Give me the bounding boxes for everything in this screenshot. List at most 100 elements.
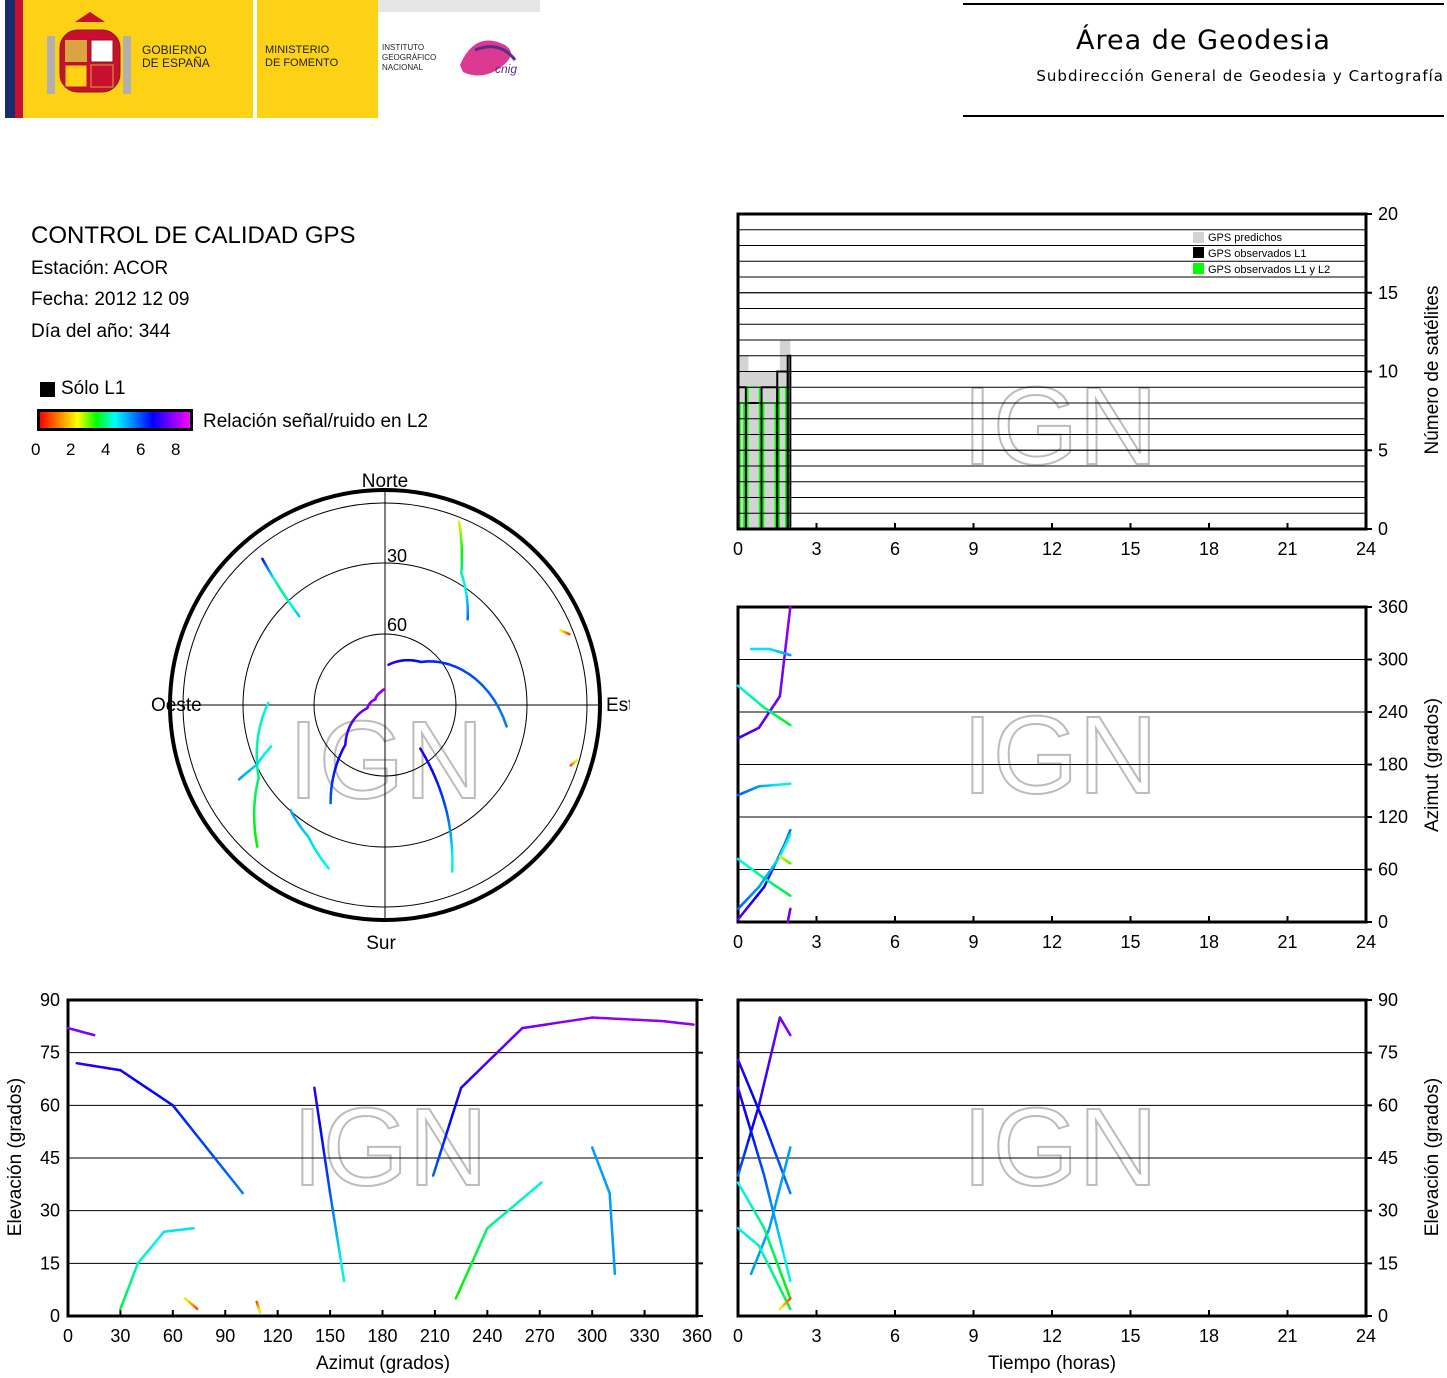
aztime-xtick-label: 21 <box>1277 932 1297 952</box>
elevaz-series-7 <box>535 1181 543 1188</box>
elevaz-ytick-label: 90 <box>40 990 60 1010</box>
elevtime-series-5 <box>786 1302 792 1311</box>
skyplot-chart: IGN Norte Sur Este Oeste 30 60 <box>151 471 630 954</box>
elevtime-watermark: IGN <box>962 1086 1158 1209</box>
elevaz-series-1 <box>194 1133 204 1144</box>
aztime-series-1 <box>786 722 792 727</box>
aztime-xtick-label: 12 <box>1042 932 1062 952</box>
satcount-ytick-label: 0 <box>1378 519 1388 539</box>
aztime-xtick-label: 0 <box>733 932 743 952</box>
satcount-ytick-label: 20 <box>1378 204 1398 224</box>
satcount-ytick-label: 10 <box>1378 362 1398 382</box>
azimuth-time-chart: IGN 0601201802403003600 3 6 9 12 15 18 21 24 Azi… <box>733 597 1443 952</box>
elevaz-ytick-label: 75 <box>40 1043 60 1063</box>
aztime-ytick-label: 240 <box>1378 702 1408 722</box>
elevaz-series-1 <box>189 1126 198 1136</box>
elevtime-xtick-label: 12 <box>1042 1326 1062 1346</box>
satcount-watermark: IGN <box>962 365 1158 488</box>
aztime-ytick-label: 60 <box>1378 860 1398 880</box>
elevtime-xtick-label: 0 <box>733 1326 743 1346</box>
elevaz-xtick-label: 240 <box>472 1326 502 1346</box>
elevaz-watermark: IGN <box>292 1086 488 1209</box>
elevtime-ytick-label: 75 <box>1378 1043 1398 1063</box>
elevaz-series-1 <box>218 1162 227 1173</box>
elevaz-series-2 <box>314 1095 319 1107</box>
aztime-xtick-label: 6 <box>890 932 900 952</box>
ign-line-2: GEOGRÁFICO <box>382 53 437 62</box>
elevtime-xtick-label: 3 <box>811 1326 821 1346</box>
elevtime-xlabel: Tiempo (horas) <box>988 1353 1116 1374</box>
date-line: Fecha: 2012 12 09 <box>31 289 190 310</box>
elev-30-label: 30 <box>387 546 407 566</box>
elevaz-series-1 <box>229 1177 239 1188</box>
gov-label: GOBIERNO DE ESPAÑA <box>142 44 210 70</box>
ministry-line-2: DE FOMENTO <box>265 57 339 69</box>
area-header-top-rule <box>963 3 1444 5</box>
satcount-xtick-label: 21 <box>1277 539 1297 559</box>
station-line: Estación: ACOR <box>31 258 169 279</box>
elevtime-series-2 <box>773 1218 779 1230</box>
satcount-xtick-label: 6 <box>890 539 900 559</box>
elevtime-series-2 <box>762 1174 768 1186</box>
legend-observed-l1-swatch <box>1193 247 1204 258</box>
aztime-series-7 <box>788 861 792 865</box>
area-title: Área de Geodesia <box>1076 25 1331 56</box>
elevtime-xtick-label: 24 <box>1356 1326 1376 1346</box>
elevaz-series-2 <box>315 1104 320 1116</box>
elevaz-series-2 <box>317 1112 321 1125</box>
legend-predicted-swatch <box>1193 232 1204 243</box>
elevtime-ytick-label: 60 <box>1378 1095 1398 1115</box>
elevaz-xtick-label: 0 <box>63 1326 73 1346</box>
aztime-series-2 <box>787 653 792 657</box>
elevtime-series-2 <box>778 1235 783 1248</box>
elevaz-xtick-label: 180 <box>367 1326 397 1346</box>
elevaz-series-2 <box>341 1272 346 1283</box>
skyplot-track-7 <box>264 701 270 709</box>
satcount-xtick-label: 9 <box>968 539 978 559</box>
elevtime-series-2 <box>765 1183 770 1195</box>
skyplot-track-4 <box>492 698 501 710</box>
skyplot-track-4 <box>497 706 505 719</box>
north-label: Norte <box>362 471 408 492</box>
skyplot-track-4 <box>474 678 484 687</box>
elevaz-ytick-label: 30 <box>40 1201 60 1221</box>
l1-only-label: Sólo L1 <box>61 378 126 399</box>
satcount-xtick-label: 24 <box>1356 539 1376 559</box>
elevtime-series-0 <box>788 1032 792 1037</box>
aztime-xtick-label: 24 <box>1356 932 1376 952</box>
elevtime-series-6 <box>788 1297 792 1301</box>
aztime-series-0 <box>788 605 792 616</box>
elevation-time-chart: IGN 0 15 30 45 60 75 90 0 3 6 9 12 15 18 21 24 Tiempo (… <box>733 990 1443 1374</box>
elevtime-ytick-label: 30 <box>1378 1201 1398 1221</box>
elevaz-series-0 <box>90 1033 96 1037</box>
aztime-ytick-label: 180 <box>1378 755 1408 775</box>
aztime-xtick-label: 18 <box>1199 932 1219 952</box>
snr-tick-6: 6 <box>136 440 146 459</box>
elevtime-series-2 <box>776 1226 781 1239</box>
ministry-line-1: MINISTERIO <box>265 44 330 56</box>
l1-only-swatch <box>40 382 55 397</box>
elevaz-series-1 <box>177 1111 186 1122</box>
elevtime-series-2 <box>769 1200 775 1212</box>
snr-tick-0: 0 <box>31 440 41 459</box>
elevaz-ytick-label: 45 <box>40 1148 60 1168</box>
aztime-ytick-label: 360 <box>1378 597 1408 617</box>
area-header: Área de Geodesia Subdirección General de… <box>963 3 1444 118</box>
elevaz-series-1 <box>235 1184 244 1195</box>
elevaz-xtick-label: 300 <box>577 1326 607 1346</box>
elev-60-label: 60 <box>387 615 407 635</box>
legend-predicted-label: GPS predichos <box>1208 232 1282 244</box>
legend-observed-l1l2-label: GPS observados L1 y L2 <box>1208 264 1330 276</box>
elevaz-xlabel: Azimut (grados) <box>316 1353 450 1374</box>
elevtime-ytick-label: 0 <box>1378 1306 1388 1326</box>
skyplot-track-0 <box>296 613 301 618</box>
aztime-ylabel: Azimut (grados) <box>1422 698 1443 832</box>
elevaz-series-2 <box>326 1174 331 1186</box>
elevtime-series-2 <box>767 1191 772 1204</box>
elevtime-series-2 <box>780 1244 786 1256</box>
elevtime-ylabel: Elevación (grados) <box>1422 1078 1443 1236</box>
ign-label: INSTITUTO GEOGRÁFICO NACIONAL <box>382 43 436 73</box>
elevtime-series-2 <box>786 1270 792 1283</box>
elevtime-xtick-label: 9 <box>968 1326 978 1346</box>
elevaz-series-2 <box>327 1183 332 1195</box>
